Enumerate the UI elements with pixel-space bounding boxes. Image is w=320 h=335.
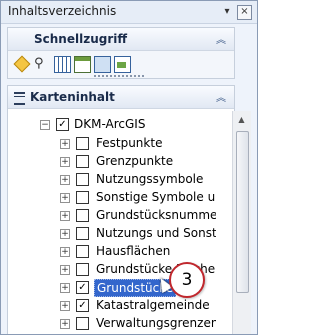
expand-icon[interactable]: + [60,193,70,203]
layer-row[interactable]: + Hausflächen [8,243,216,261]
layer-label[interactable]: Verwaltungsgrenzen [96,316,216,330]
collapse-icon[interactable]: − [40,120,50,130]
map-content-panel: Karteninhalt ︽ − ✓ DKM-ArcGIS + Festpunkt… [7,85,235,334]
resize-grip[interactable] [94,75,144,77]
chevron-up-icon[interactable]: ︽ [216,31,226,46]
layer-row[interactable]: + Festpunkte [8,135,216,153]
expand-icon[interactable]: + [60,301,70,311]
layer-checkbox[interactable] [76,155,89,168]
map-window-icon[interactable] [114,56,131,73]
layer-checkbox[interactable] [76,263,89,276]
layer-label[interactable]: Nutzungs und Sonstige [96,226,216,240]
layer-label[interactable]: Katastralgemeinde [96,298,210,312]
toc-window: Inhaltsverzeichnis ▾ × Schnellzugriff ︽ … [0,0,258,335]
chevron-up-icon[interactable]: ︽ [216,89,226,104]
pin-icon[interactable]: ▾ [221,6,233,18]
expand-icon[interactable]: + [60,211,70,221]
quick-access-panel: Schnellzugriff ︽ ⚲ [7,27,235,79]
step-callout: 3 [169,262,205,298]
map-content-title: Karteninhalt [30,90,115,104]
layer-checkbox[interactable] [76,191,89,204]
layer-label[interactable]: Festpunkte [96,136,162,150]
expand-icon[interactable]: + [60,157,70,167]
map-content-header[interactable]: Karteninhalt ︽ [8,86,234,109]
layer-checkbox[interactable]: ✓ [76,281,89,294]
expand-icon[interactable]: + [60,175,70,185]
layer-label[interactable]: Grundstücksnummern [96,208,216,222]
layer-label[interactable]: Sonstige Symbole und [96,190,216,204]
layer-row[interactable]: + Verwaltungsgrenzen [8,315,216,333]
quick-access-header[interactable]: Schnellzugriff ︽ [8,28,234,51]
layer-label[interactable]: Hausflächen [96,244,170,258]
layer-tree: − ✓ DKM-ArcGIS + Festpunkte + Grenzpunkte + N… [8,112,216,334]
layer-label[interactable]: Nutzungssymbole [96,172,203,186]
expand-icon[interactable]: + [60,229,70,239]
layer-checkbox[interactable] [76,209,89,222]
layer-checkbox[interactable] [76,317,89,330]
layer-row[interactable]: + Nutzungs und Sonstige [8,225,216,243]
binoculars-icon[interactable]: ⚲ [34,56,49,71]
expand-icon[interactable]: + [60,247,70,257]
layer-row[interactable]: + Grenzpunkte [8,153,216,171]
layer-checkbox[interactable] [76,227,89,240]
layer-row[interactable]: + Grundstücksnummern [8,207,216,225]
layout-window-icon[interactable] [94,56,111,73]
root-label[interactable]: DKM-ArcGIS [74,117,145,131]
layer-checkbox[interactable] [76,245,89,258]
table-icon[interactable] [54,56,71,73]
edit-window-icon[interactable] [74,56,91,73]
vertical-scrollbar[interactable]: ▲ [232,111,251,334]
root-checkbox[interactable]: ✓ [56,118,69,131]
close-button[interactable]: × [237,5,252,20]
layer-checkbox[interactable]: ✓ [76,299,89,312]
layer-checkbox[interactable] [76,137,89,150]
layer-checkbox[interactable] [76,173,89,186]
expand-icon[interactable]: + [60,265,70,275]
title-bar: Inhaltsverzeichnis ▾ × [1,1,257,24]
layer-row[interactable]: + Nutzungssymbole [8,171,216,189]
expand-icon[interactable]: + [60,139,70,149]
scroll-thumb[interactable] [236,131,249,293]
layer-label[interactable]: Grenzpunkte [96,154,173,168]
expand-icon[interactable]: + [60,319,70,329]
expand-icon[interactable]: + [60,283,70,293]
list-icon [14,92,25,105]
diamond-tool-icon[interactable] [14,56,29,71]
quick-access-title: Schnellzugriff [34,32,128,46]
scroll-up-icon[interactable]: ▲ [235,115,248,127]
tree-root-row[interactable]: − ✓ DKM-ArcGIS [8,116,216,134]
window-title: Inhaltsverzeichnis [8,4,117,18]
layer-row[interactable]: + ✓ Katastralgemeinde [8,297,216,315]
layer-row[interactable]: + Sonstige Symbole und [8,189,216,207]
